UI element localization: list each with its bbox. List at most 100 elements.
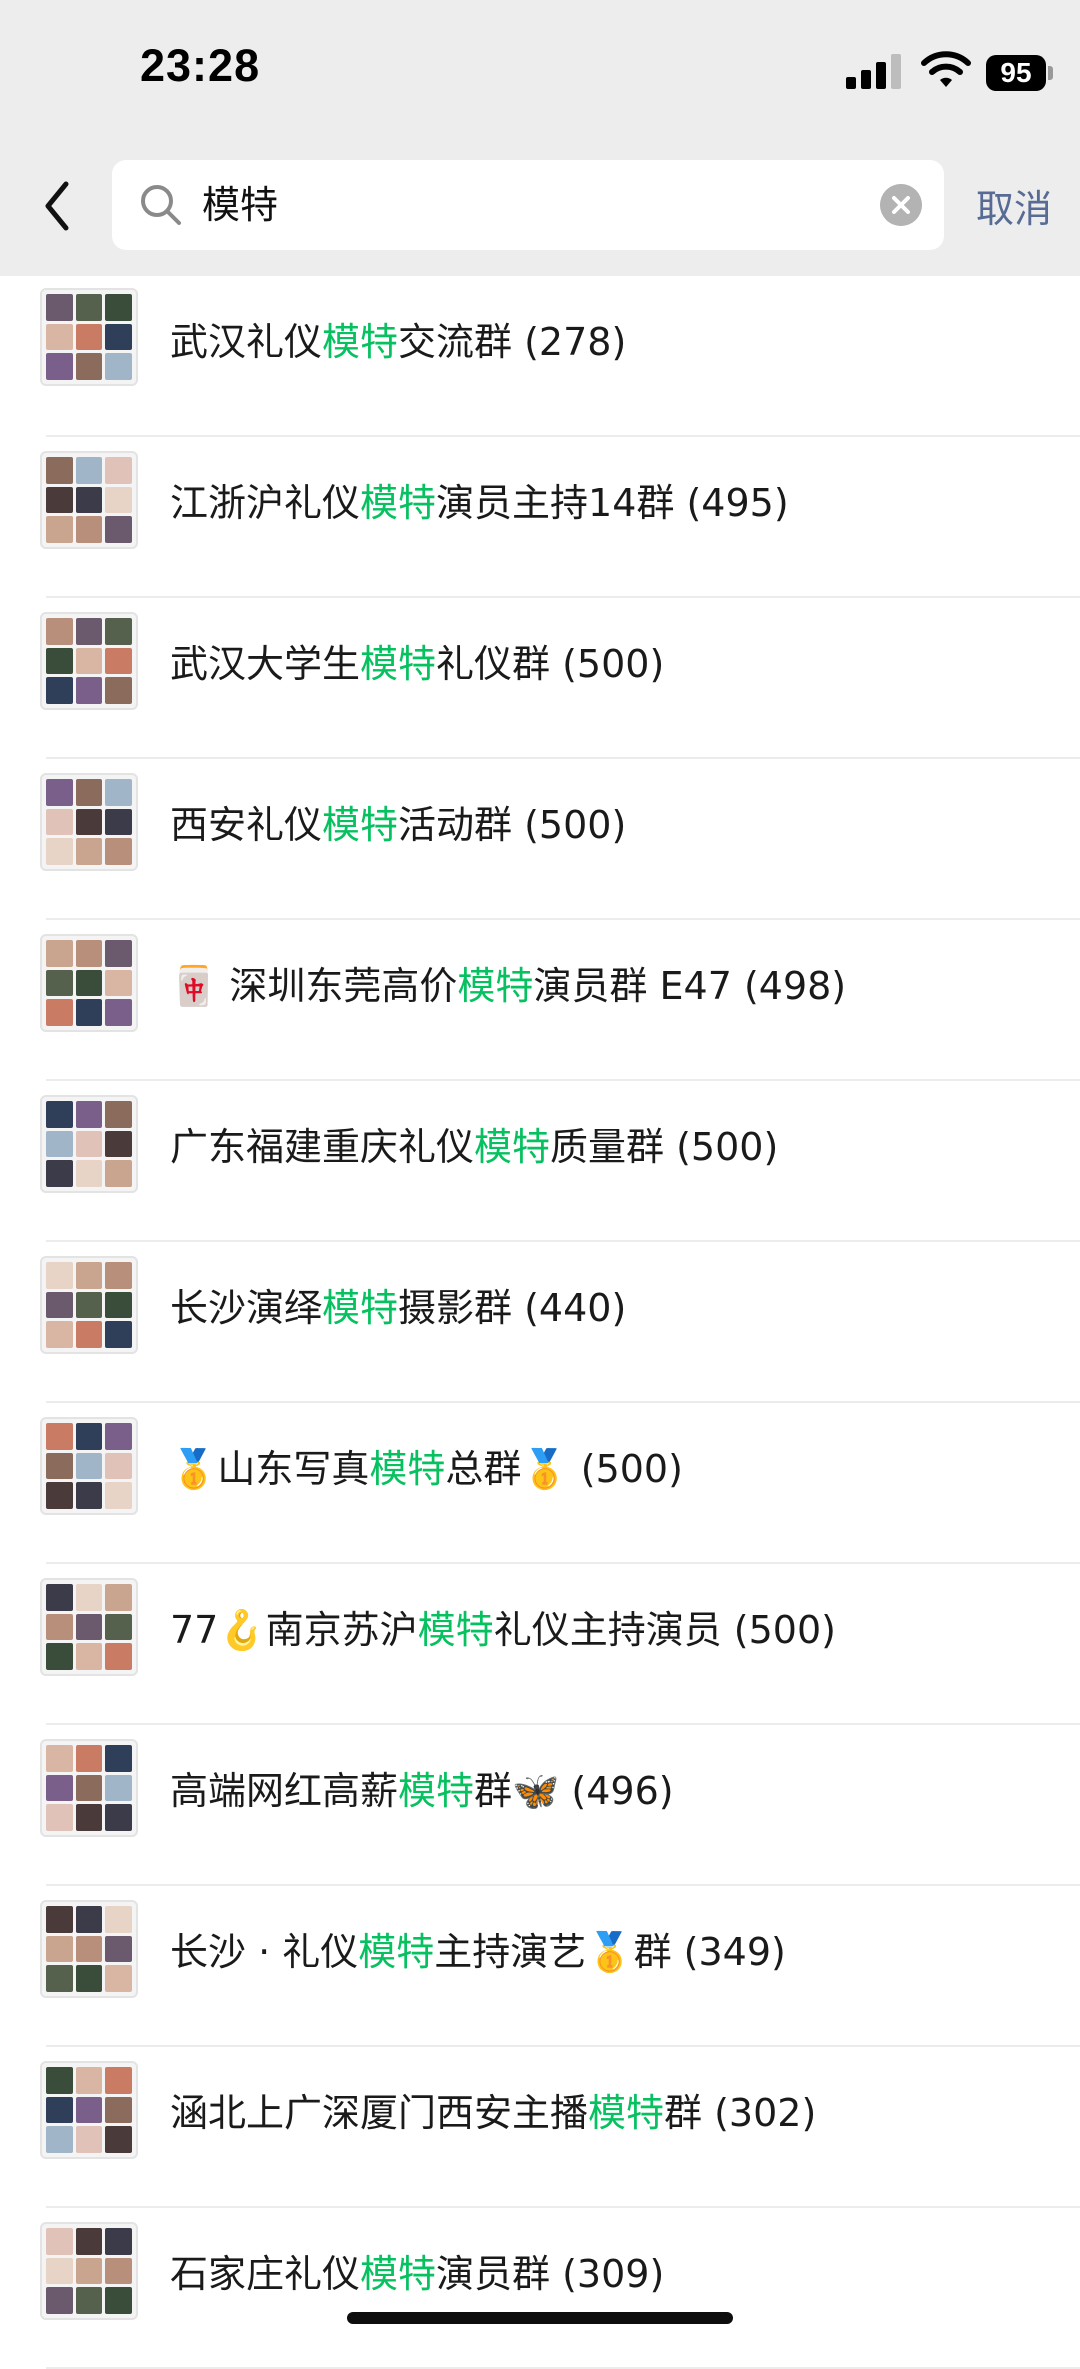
result-title-post: 演员群 E47 (498) <box>533 964 847 1008</box>
avatar-tile <box>75 1321 103 1348</box>
avatar-tile <box>75 1906 103 1933</box>
result-title-highlight: 模特 <box>358 1930 435 1974</box>
result-row[interactable]: 广东福建重庆礼仪模特质量群 (500) <box>0 1081 1080 1242</box>
group-avatar <box>40 1739 138 1837</box>
avatar-tile <box>105 1101 132 1128</box>
avatar-tile <box>46 457 73 484</box>
cancel-button[interactable]: 取消 <box>976 178 1052 233</box>
status-icons: 95 <box>780 0 1080 130</box>
avatar-tile <box>46 323 73 351</box>
result-title: 长沙 · 礼仪模特主持演艺🥇群 (349) <box>170 1886 786 2018</box>
search-results-list: 武汉礼仪模特交流群 (278) 江浙沪礼仪模特演员主持14群 (495) 武汉大学生… <box>0 276 1080 2369</box>
avatar-tile <box>46 2228 73 2255</box>
search-input[interactable]: 模特 <box>202 160 852 250</box>
result-title: 高端网红高薪模特群🦋 (496) <box>170 1725 674 1857</box>
avatar-tile <box>105 1774 132 1802</box>
avatar-tile <box>75 294 103 321</box>
result-title-post: 质量群 (500) <box>550 1125 779 1169</box>
avatar-tile <box>46 1482 73 1509</box>
result-title-post: 演员主持14群 (495) <box>436 481 789 525</box>
result-row[interactable]: 涵北上广深厦门西安主播模特群 (302) <box>0 2047 1080 2208</box>
result-title: 🀄 深圳东莞高价模特演员群 E47 (498) <box>170 920 846 1052</box>
result-title-post: 主持演艺🥇群 (349) <box>434 1930 786 1974</box>
avatar-tile <box>75 1160 103 1187</box>
group-avatar <box>40 288 138 386</box>
result-title-highlight: 模特 <box>588 2091 665 2135</box>
avatar-tile <box>46 647 73 675</box>
avatar-tile <box>75 1584 103 1611</box>
group-avatar <box>40 451 138 549</box>
avatar-tile <box>46 1262 73 1289</box>
avatar-tile <box>46 1423 73 1450</box>
avatar-tile <box>46 294 73 321</box>
signal-icon <box>846 54 901 89</box>
avatar-tile <box>105 940 132 967</box>
avatar-tile <box>105 1804 132 1831</box>
avatar-tile <box>105 2257 132 2285</box>
avatar-tile <box>75 1291 103 1319</box>
result-row[interactable]: 石家庄礼仪模特演员群 (309) <box>0 2208 1080 2369</box>
avatar-tile <box>105 999 132 1026</box>
avatar-tile <box>75 1804 103 1831</box>
result-row[interactable]: 高端网红高薪模特群🦋 (496) <box>0 1725 1080 1886</box>
avatar-tile <box>46 2257 73 2285</box>
avatar-tile <box>46 940 73 967</box>
avatar-tile <box>75 2287 103 2314</box>
avatar-tile <box>105 1584 132 1611</box>
avatar-tile <box>75 1965 103 1992</box>
result-title-pre: 🥇山东写真 <box>170 1447 370 1491</box>
avatar-tile <box>75 1745 103 1772</box>
avatar-tile <box>105 1130 132 1158</box>
avatar-tile <box>75 1101 103 1128</box>
avatar-tile <box>105 2287 132 2314</box>
search-box[interactable]: 模特 <box>112 160 944 250</box>
avatar-tile <box>46 838 73 865</box>
avatar-tile <box>105 647 132 675</box>
result-row[interactable]: 长沙演绎模特摄影群 (440) <box>0 1242 1080 1403</box>
avatar-tile <box>75 647 103 675</box>
back-chevron-icon[interactable] <box>36 174 80 238</box>
avatar-tile <box>105 353 132 380</box>
avatar-tile <box>105 1291 132 1319</box>
result-title-pre: 武汉礼仪 <box>170 320 323 364</box>
avatar-tile <box>75 1643 103 1670</box>
avatar-tile <box>46 779 73 806</box>
battery-icon: 95 <box>986 55 1046 91</box>
result-title-pre: 涵北上广深厦门西安主播 <box>170 2091 589 2135</box>
group-avatar <box>40 612 138 710</box>
result-row[interactable]: 江浙沪礼仪模特演员主持14群 (495) <box>0 437 1080 598</box>
avatar-tile <box>75 1613 103 1641</box>
result-title-highlight: 模特 <box>360 642 437 686</box>
result-row[interactable]: 🀄 深圳东莞高价模特演员群 E47 (498) <box>0 920 1080 1081</box>
avatar-tile <box>46 1130 73 1158</box>
result-title-pre: 广东福建重庆礼仪 <box>170 1125 475 1169</box>
avatar-tile <box>75 516 103 543</box>
avatar-tile <box>105 2126 132 2153</box>
result-row[interactable]: 长沙 · 礼仪模特主持演艺🥇群 (349) <box>0 1886 1080 2047</box>
result-title-pre: 武汉大学生 <box>170 642 361 686</box>
group-avatar <box>40 934 138 1032</box>
group-avatar <box>40 1256 138 1354</box>
avatar-tile <box>46 2096 73 2124</box>
result-row[interactable]: 武汉大学生模特礼仪群 (500) <box>0 598 1080 759</box>
clear-icon[interactable] <box>880 184 922 226</box>
result-row[interactable]: 🥇山东写真模特总群🥇 (500) <box>0 1403 1080 1564</box>
avatar-tile <box>75 999 103 1026</box>
avatar-tile <box>46 1101 73 1128</box>
result-row[interactable]: 武汉礼仪模特交流群 (278) <box>0 276 1080 437</box>
group-avatar <box>40 1578 138 1676</box>
result-title-pre: 高端网红高薪 <box>170 1769 399 1813</box>
result-title: 77🪝南京苏沪模特礼仪主持演员 (500) <box>170 1564 836 1696</box>
home-indicator <box>347 2312 733 2324</box>
result-row[interactable]: 77🪝南京苏沪模特礼仪主持演员 (500) <box>0 1564 1080 1725</box>
avatar-tile <box>75 1482 103 1509</box>
result-title-highlight: 模特 <box>322 1286 399 1330</box>
result-title-post: 交流群 (278) <box>398 320 627 364</box>
avatar-tile <box>46 1774 73 1802</box>
result-title-highlight: 模特 <box>417 1608 494 1652</box>
result-row[interactable]: 西安礼仪模特活动群 (500) <box>0 759 1080 920</box>
result-title-highlight: 模特 <box>360 481 437 525</box>
avatar-tile <box>75 618 103 645</box>
avatar-tile <box>105 808 132 836</box>
result-title-post: 群🦋 (496) <box>474 1769 674 1813</box>
